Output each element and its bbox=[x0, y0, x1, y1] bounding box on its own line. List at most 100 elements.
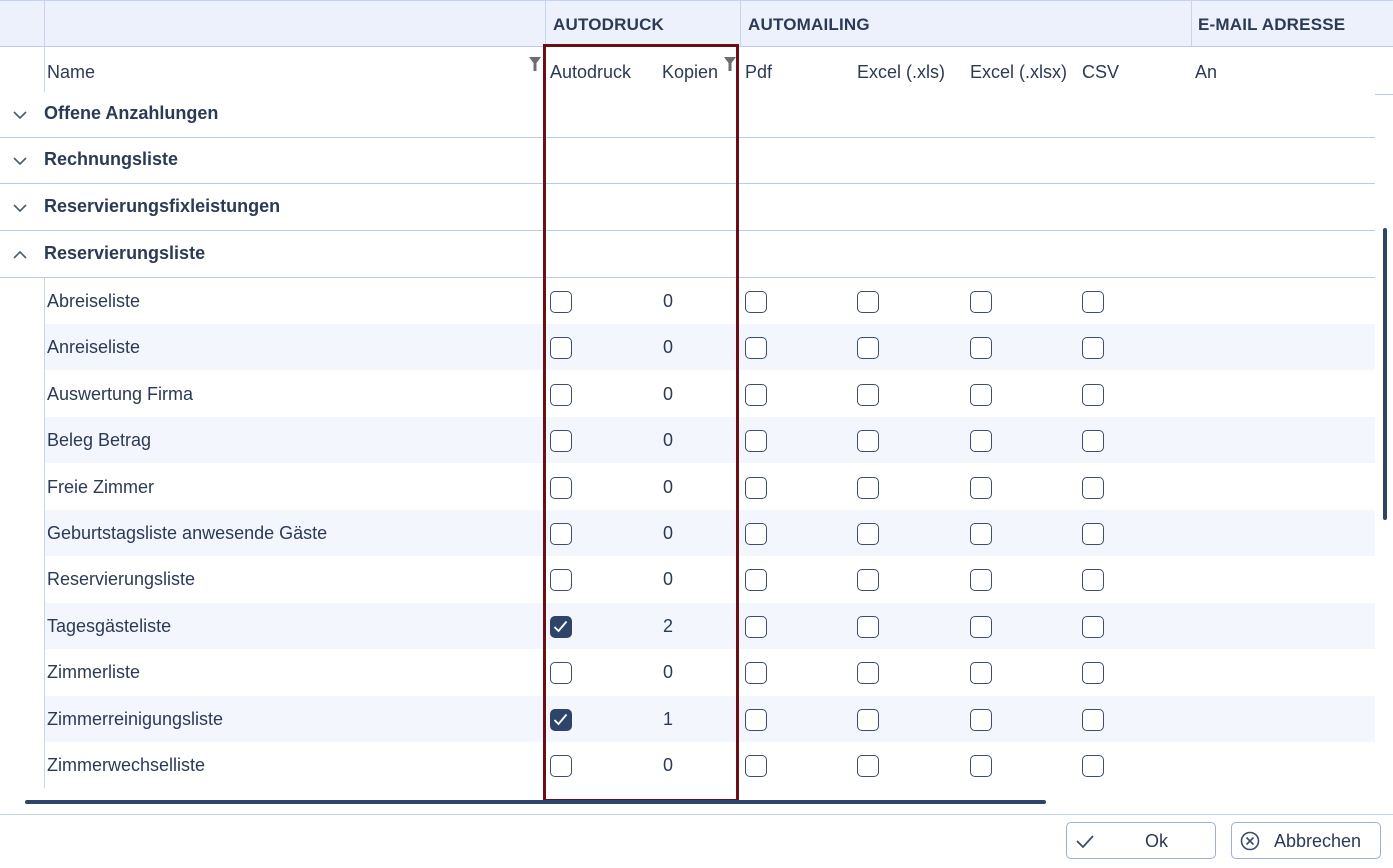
excel-xlsx-checkbox[interactable] bbox=[970, 291, 992, 313]
autodruck-checkbox[interactable] bbox=[550, 615, 572, 638]
csv-checkbox[interactable] bbox=[1082, 615, 1104, 638]
csv-checkbox[interactable] bbox=[1082, 430, 1104, 453]
pdf-checkbox[interactable] bbox=[745, 523, 767, 545]
csv-checkbox[interactable] bbox=[1082, 291, 1104, 313]
table-row[interactable]: Anreiseliste 0 bbox=[44, 324, 1375, 371]
autodruck-checkbox[interactable] bbox=[550, 337, 572, 360]
cancel-button[interactable]: Abbrechen bbox=[1231, 822, 1381, 859]
pdf-checkbox[interactable] bbox=[745, 755, 767, 777]
csv-checkbox[interactable] bbox=[1082, 383, 1104, 406]
autodruck-checkbox[interactable] bbox=[550, 569, 572, 592]
chevron-down-icon[interactable] bbox=[11, 106, 29, 124]
column-header-excel-xls[interactable]: Excel (.xls) bbox=[857, 62, 945, 83]
pdf-checkbox[interactable] bbox=[745, 615, 767, 638]
copies-value[interactable]: 0 bbox=[658, 569, 678, 590]
copies-value[interactable]: 0 bbox=[658, 523, 678, 544]
csv-checkbox[interactable] bbox=[1082, 523, 1104, 545]
excel-xls-checkbox[interactable] bbox=[857, 291, 879, 313]
vertical-scrollbar[interactable] bbox=[1383, 228, 1387, 520]
chevron-down-icon[interactable] bbox=[11, 152, 29, 170]
excel-xlsx-checkbox[interactable] bbox=[970, 615, 992, 638]
group-row-reservierungsfixleistungen[interactable]: Reservierungsfixleistungen bbox=[0, 185, 1375, 231]
excel-xlsx-checkbox[interactable] bbox=[970, 523, 992, 545]
pdf-checkbox[interactable] bbox=[745, 476, 767, 499]
autodruck-checkbox[interactable] bbox=[550, 383, 572, 406]
group-row-offene-anzahlungen[interactable]: Offene Anzahlungen bbox=[0, 92, 1375, 138]
excel-xlsx-checkbox[interactable] bbox=[970, 383, 992, 406]
excel-xls-checkbox[interactable] bbox=[857, 755, 879, 777]
table-row[interactable]: Geburtstagsliste anwesende Gäste 0 bbox=[44, 510, 1375, 556]
excel-xlsx-checkbox[interactable] bbox=[970, 476, 992, 499]
column-header-name[interactable]: Name bbox=[47, 62, 95, 83]
chevron-up-icon[interactable] bbox=[11, 246, 29, 264]
group-label: Reservierungsliste bbox=[44, 243, 206, 263]
pdf-checkbox[interactable] bbox=[745, 662, 767, 685]
excel-xlsx-checkbox[interactable] bbox=[970, 708, 992, 731]
copies-value[interactable]: 0 bbox=[658, 384, 678, 405]
excel-xls-checkbox[interactable] bbox=[857, 430, 879, 453]
autodruck-checkbox[interactable] bbox=[550, 291, 572, 313]
excel-xlsx-checkbox[interactable] bbox=[970, 430, 992, 453]
excel-xls-checkbox[interactable] bbox=[857, 708, 879, 731]
table-row[interactable]: Zimmerliste 0 bbox=[44, 649, 1375, 695]
table-row[interactable]: Freie Zimmer 0 bbox=[44, 464, 1375, 510]
table-row[interactable]: Beleg Betrag 0 bbox=[44, 417, 1375, 464]
table-row[interactable]: Zimmerwechselliste 0 bbox=[44, 742, 1375, 788]
table-row[interactable]: Reservierungsliste 0 bbox=[44, 556, 1375, 602]
horizontal-scrollbar[interactable] bbox=[25, 800, 1046, 804]
pdf-checkbox[interactable] bbox=[745, 383, 767, 406]
copies-value[interactable]: 1 bbox=[658, 709, 678, 730]
autodruck-checkbox[interactable] bbox=[550, 755, 572, 777]
column-header-csv[interactable]: CSV bbox=[1082, 62, 1119, 83]
excel-xls-checkbox[interactable] bbox=[857, 337, 879, 360]
pdf-checkbox[interactable] bbox=[745, 291, 767, 313]
table-row[interactable]: Tagesgästeliste 2 bbox=[44, 602, 1375, 649]
table-row[interactable]: Zimmerreinigungsliste 1 bbox=[44, 695, 1375, 742]
excel-xlsx-checkbox[interactable] bbox=[970, 569, 992, 592]
table-row[interactable]: Auswertung Firma 0 bbox=[44, 371, 1375, 417]
excel-xls-checkbox[interactable] bbox=[857, 523, 879, 545]
excel-xls-checkbox[interactable] bbox=[857, 662, 879, 685]
autodruck-checkbox[interactable] bbox=[550, 662, 572, 685]
group-row-rechnungsliste[interactable]: Rechnungsliste bbox=[0, 138, 1375, 184]
group-row-reservierungsliste[interactable]: Reservierungsliste bbox=[0, 232, 1375, 278]
csv-checkbox[interactable] bbox=[1082, 755, 1104, 777]
column-header-an[interactable]: An bbox=[1195, 62, 1217, 83]
copies-value[interactable]: 0 bbox=[658, 755, 678, 776]
csv-checkbox[interactable] bbox=[1082, 708, 1104, 731]
column-header-autodruck[interactable]: Autodruck bbox=[550, 62, 631, 83]
csv-checkbox[interactable] bbox=[1082, 476, 1104, 499]
csv-checkbox[interactable] bbox=[1082, 569, 1104, 592]
autodruck-checkbox[interactable] bbox=[550, 523, 572, 545]
copies-value[interactable]: 2 bbox=[658, 616, 678, 637]
excel-xls-checkbox[interactable] bbox=[857, 615, 879, 638]
autodruck-checkbox[interactable] bbox=[550, 476, 572, 499]
csv-checkbox[interactable] bbox=[1082, 337, 1104, 360]
csv-checkbox[interactable] bbox=[1082, 662, 1104, 685]
excel-xlsx-checkbox[interactable] bbox=[970, 662, 992, 685]
excel-xlsx-checkbox[interactable] bbox=[970, 337, 992, 360]
copies-value[interactable]: 0 bbox=[658, 477, 678, 498]
excel-xls-checkbox[interactable] bbox=[857, 476, 879, 499]
table-row[interactable]: Abreiseliste 0 bbox=[44, 278, 1375, 324]
copies-value[interactable]: 0 bbox=[658, 430, 678, 451]
filter-icon[interactable] bbox=[529, 57, 541, 71]
copies-value[interactable]: 0 bbox=[658, 337, 678, 358]
autodruck-checkbox[interactable] bbox=[550, 708, 572, 731]
filter-icon[interactable] bbox=[724, 57, 736, 71]
excel-xls-checkbox[interactable] bbox=[857, 383, 879, 406]
column-header-kopien[interactable]: Kopien bbox=[662, 62, 718, 83]
excel-xls-checkbox[interactable] bbox=[857, 569, 879, 592]
excel-xlsx-checkbox[interactable] bbox=[970, 755, 992, 777]
pdf-checkbox[interactable] bbox=[745, 569, 767, 592]
column-header-excel-xlsx[interactable]: Excel (.xlsx) bbox=[970, 62, 1067, 83]
copies-value[interactable]: 0 bbox=[658, 291, 678, 312]
pdf-checkbox[interactable] bbox=[745, 708, 767, 731]
column-header-pdf[interactable]: Pdf bbox=[745, 62, 772, 83]
pdf-checkbox[interactable] bbox=[745, 430, 767, 453]
copies-value[interactable]: 0 bbox=[658, 662, 678, 683]
ok-button[interactable]: Ok bbox=[1066, 822, 1216, 859]
pdf-checkbox[interactable] bbox=[745, 337, 767, 360]
chevron-down-icon[interactable] bbox=[11, 199, 29, 217]
autodruck-checkbox[interactable] bbox=[550, 430, 572, 453]
